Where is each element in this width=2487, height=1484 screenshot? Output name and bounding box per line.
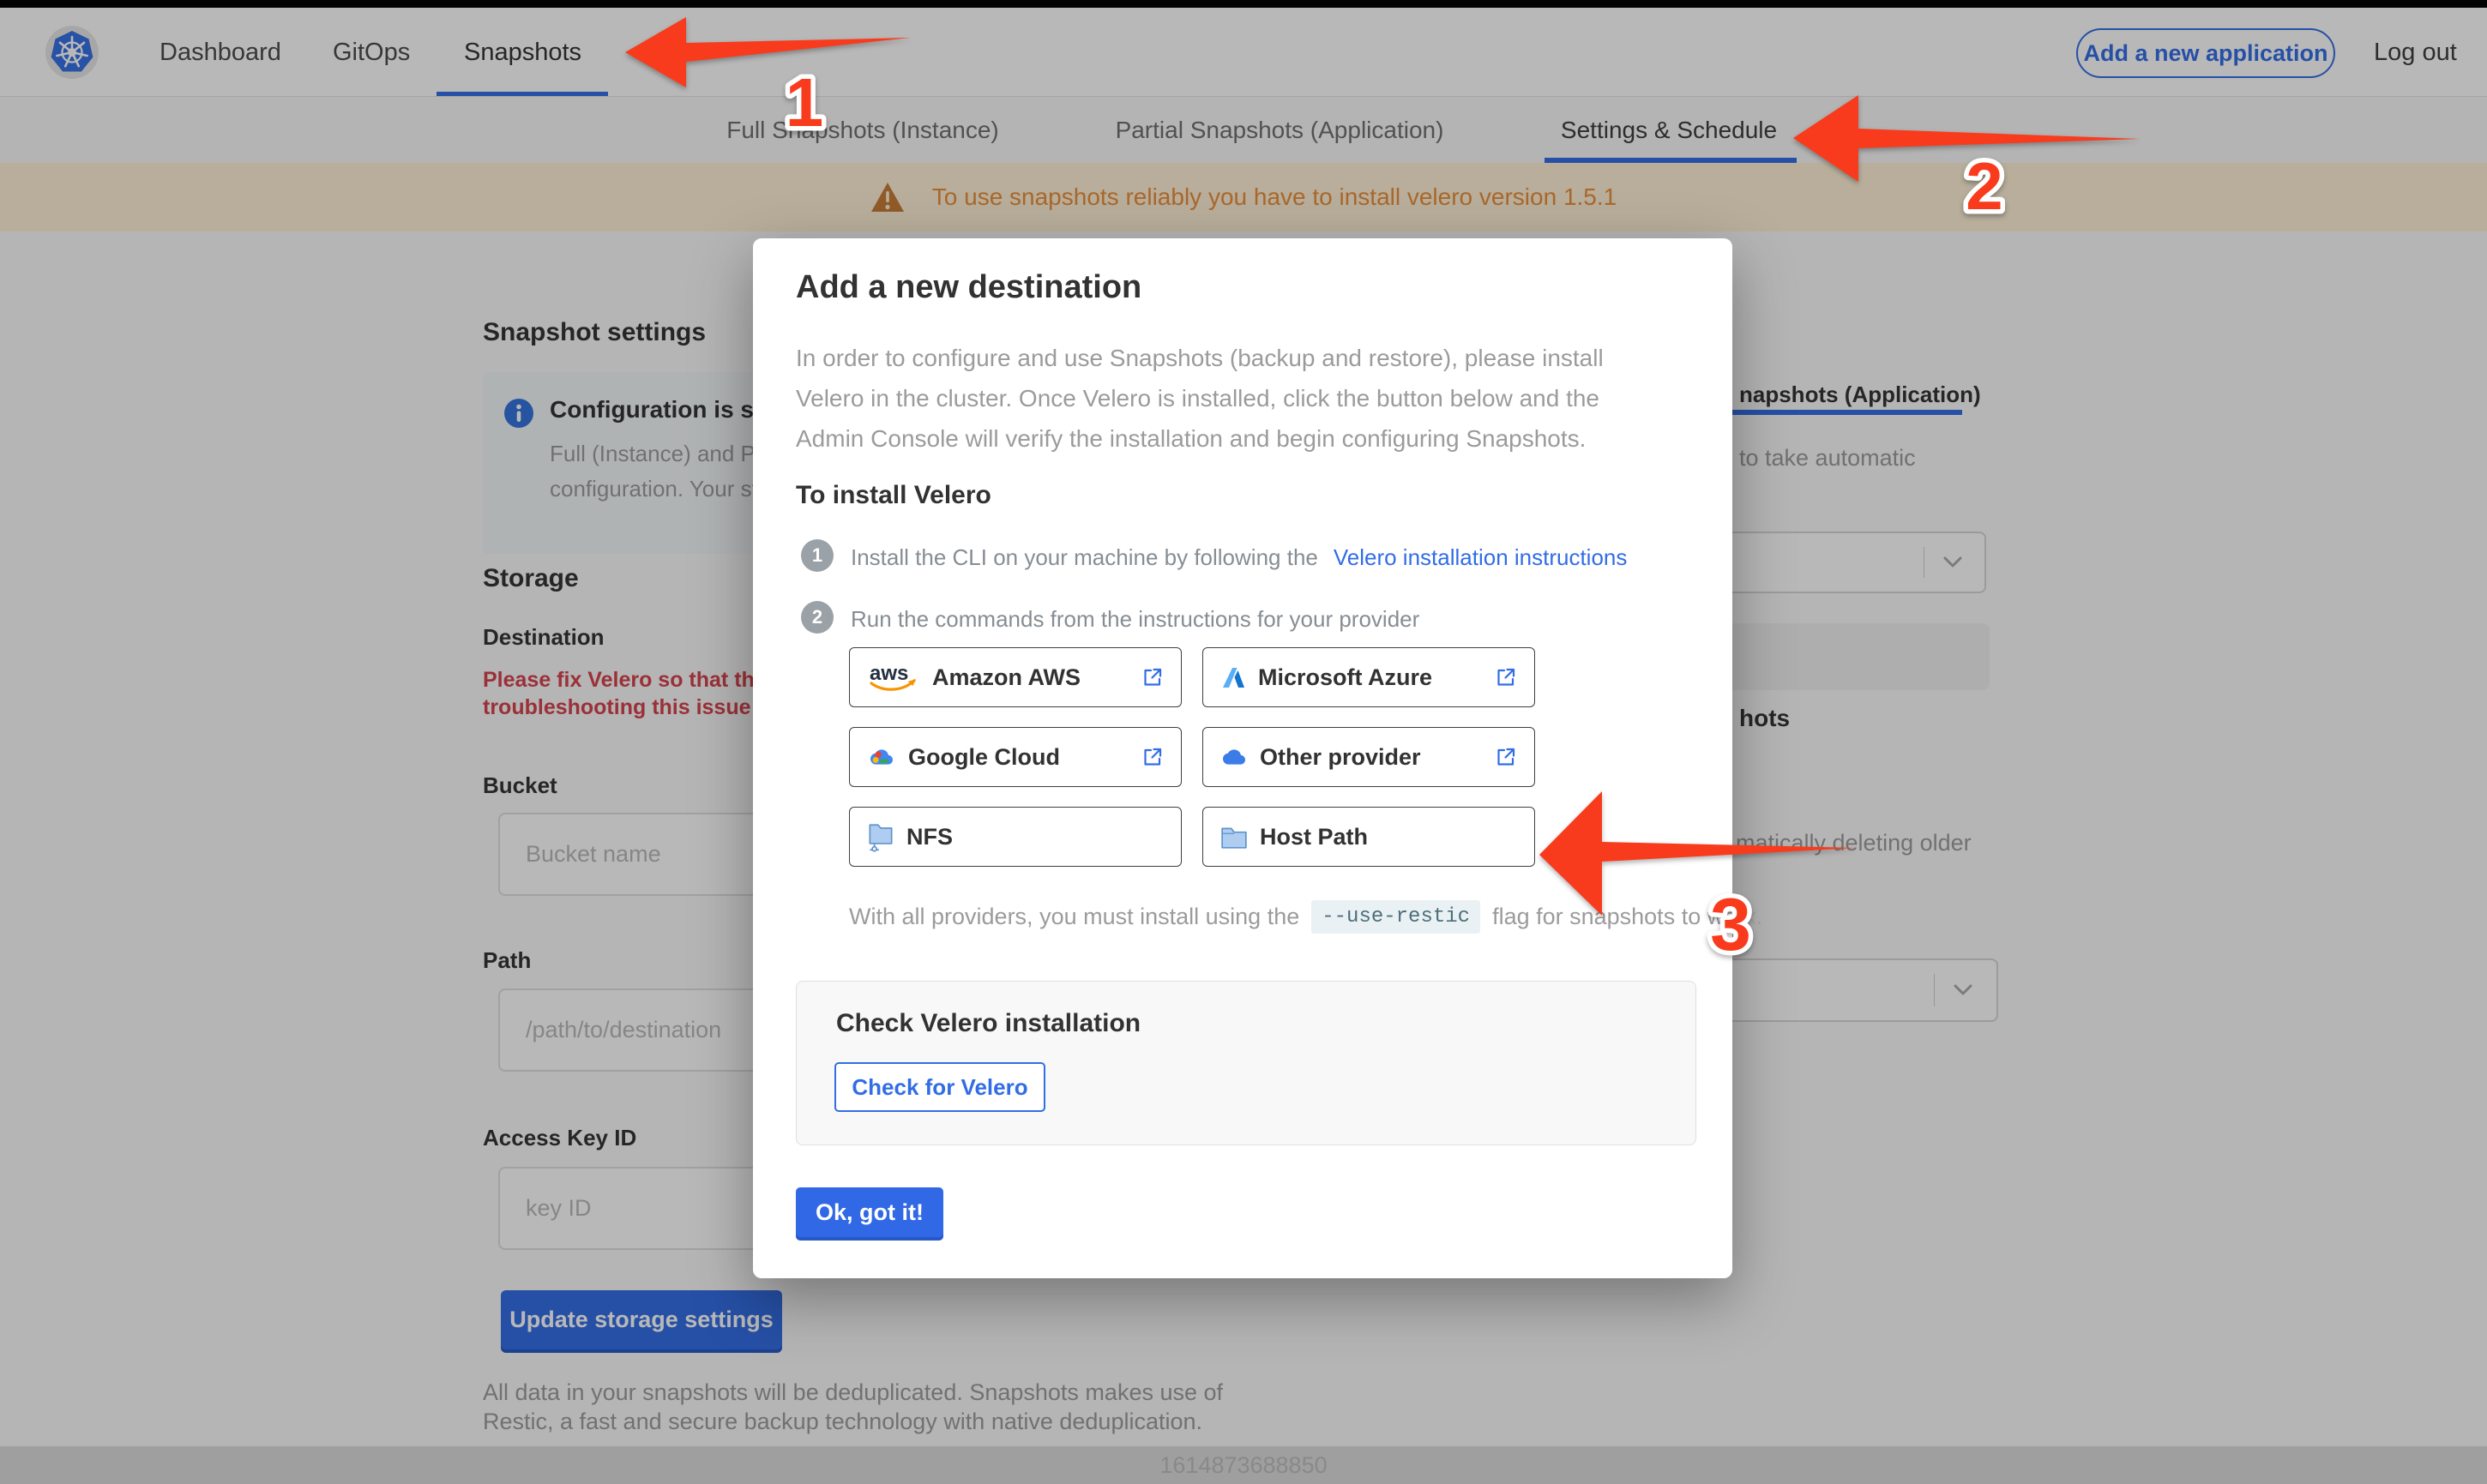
external-link-icon	[1144, 748, 1162, 766]
provider-label: NFS	[906, 823, 953, 850]
install-velero-heading: To install Velero	[796, 481, 991, 509]
check-velero-section: Check Velero installation Check for Vele…	[796, 981, 1696, 1145]
restic-note-before: With all providers, you must install usi…	[849, 904, 1300, 929]
google-cloud-logo	[870, 749, 893, 765]
provider-label: Other provider	[1260, 743, 1421, 770]
svg-text:aws: aws	[870, 662, 908, 685]
add-destination-modal: Add a new destination In order to config…	[753, 238, 1762, 1278]
step-2-text: Run the commands from the instructions f…	[851, 606, 1420, 632]
check-velero-heading: Check Velero installation	[836, 1009, 1141, 1037]
provider-label: Google Cloud	[908, 743, 1060, 770]
admin-console-screen: Dashboard GitOps Snapshots Add a new app…	[0, 0, 2487, 1484]
step-2-badge: 2	[801, 601, 834, 634]
folder-icon	[1221, 827, 1247, 849]
provider-nfs-button[interactable]: NFS	[849, 807, 1182, 867]
check-for-velero-button[interactable]: Check for Velero	[834, 1062, 1045, 1112]
provider-google-cloud-button[interactable]: Google Cloud	[849, 727, 1182, 787]
external-link-icon	[1497, 668, 1515, 686]
external-link-icon	[1144, 668, 1162, 686]
cloud-icon	[1223, 749, 1245, 765]
provider-amazon-aws-button[interactable]: aws Amazon AWS	[849, 647, 1182, 707]
external-link-icon	[1497, 748, 1515, 766]
azure-logo	[1223, 668, 1244, 688]
restic-note-after: flag for snapshots to work.	[1492, 904, 1763, 929]
provider-host-path-button[interactable]: Host Path	[1202, 807, 1535, 867]
modal-title: Add a new destination	[796, 269, 1142, 305]
provider-label: Host Path	[1260, 823, 1369, 850]
nfs-folder-icon	[869, 824, 893, 852]
restic-note: With all providers, you must install usi…	[849, 900, 1762, 934]
modal-body-text: In order to configure and use Snapshots …	[796, 345, 1604, 452]
provider-label: Amazon AWS	[932, 664, 1081, 690]
provider-microsoft-azure-button[interactable]: Microsoft Azure	[1202, 647, 1535, 707]
use-restic-flag-code: --use-restic	[1311, 900, 1481, 934]
provider-other-button[interactable]: Other provider	[1202, 727, 1535, 787]
ok-got-it-button[interactable]: Ok, got it!	[796, 1187, 943, 1237]
provider-label: Microsoft Azure	[1258, 664, 1433, 690]
step-1-badge: 1	[801, 539, 834, 572]
aws-logo: aws	[870, 662, 916, 691]
velero-instructions-link[interactable]: Velero installation instructions	[1334, 544, 1628, 571]
step-1-text: Install the CLI on your machine by follo…	[851, 544, 1318, 570]
